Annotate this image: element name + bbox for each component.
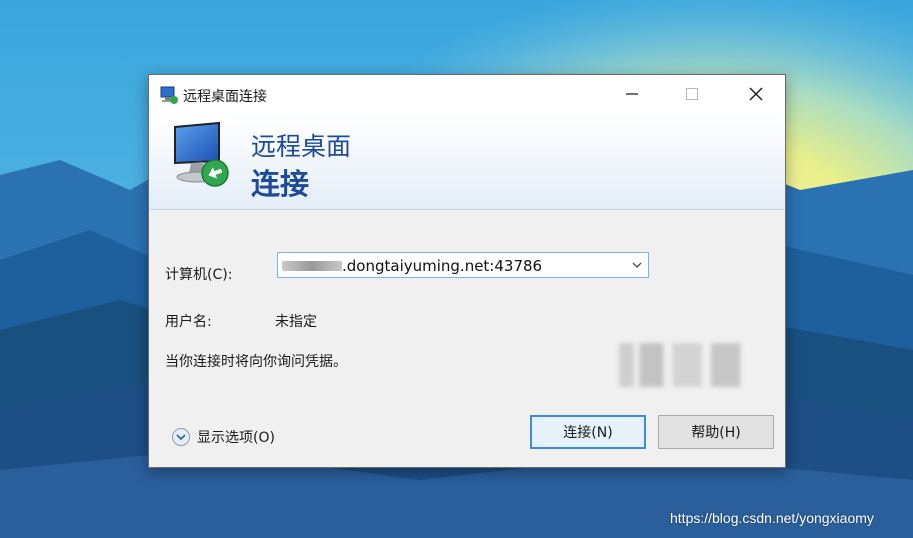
- expand-circle-icon: [172, 428, 190, 446]
- banner-title-line1: 远程桌面: [251, 132, 352, 161]
- credentials-info-text: 当你连接时将向你询问凭据。: [165, 354, 347, 370]
- chevron-down-icon[interactable]: [632, 261, 642, 269]
- minimize-icon: [626, 93, 638, 95]
- computer-combobox[interactable]: .dongtaiyuming.net:43786: [277, 252, 649, 278]
- minimize-button[interactable]: [609, 75, 655, 113]
- show-options-toggle[interactable]: 显示选项(O): [171, 427, 275, 447]
- watermark-text: https://blog.csdn.net/yongxiaomy: [670, 510, 874, 526]
- remote-desktop-dialog: 远程桌面连接 远程桌面 连接 计算机(C): .dongtaiyuming.ne…: [148, 74, 786, 468]
- close-icon: [749, 87, 763, 101]
- username-label: 用户名:: [165, 314, 212, 330]
- window-title: 远程桌面连接: [183, 89, 267, 105]
- show-options-label[interactable]: 显示选项(O): [197, 427, 275, 447]
- remote-desktop-monitor-icon: [174, 121, 229, 187]
- connect-button[interactable]: 连接(N): [530, 415, 646, 449]
- redacted-image: [619, 343, 767, 387]
- redacted-hostname: [282, 261, 342, 271]
- title-bar[interactable]: 远程桌面连接: [149, 75, 785, 113]
- header-banner: 远程桌面 连接: [149, 113, 785, 210]
- remote-desktop-icon: [160, 86, 178, 104]
- computer-label: 计算机(C):: [165, 267, 233, 283]
- banner-title-line2: 连接: [251, 167, 310, 201]
- username-value: 未指定: [275, 314, 317, 330]
- maximize-button[interactable]: [669, 75, 715, 113]
- computer-input-value[interactable]: .dongtaiyuming.net:43786: [342, 257, 542, 275]
- close-button[interactable]: [733, 75, 779, 113]
- maximize-icon: [686, 88, 698, 100]
- help-button[interactable]: 帮助(H): [658, 415, 774, 449]
